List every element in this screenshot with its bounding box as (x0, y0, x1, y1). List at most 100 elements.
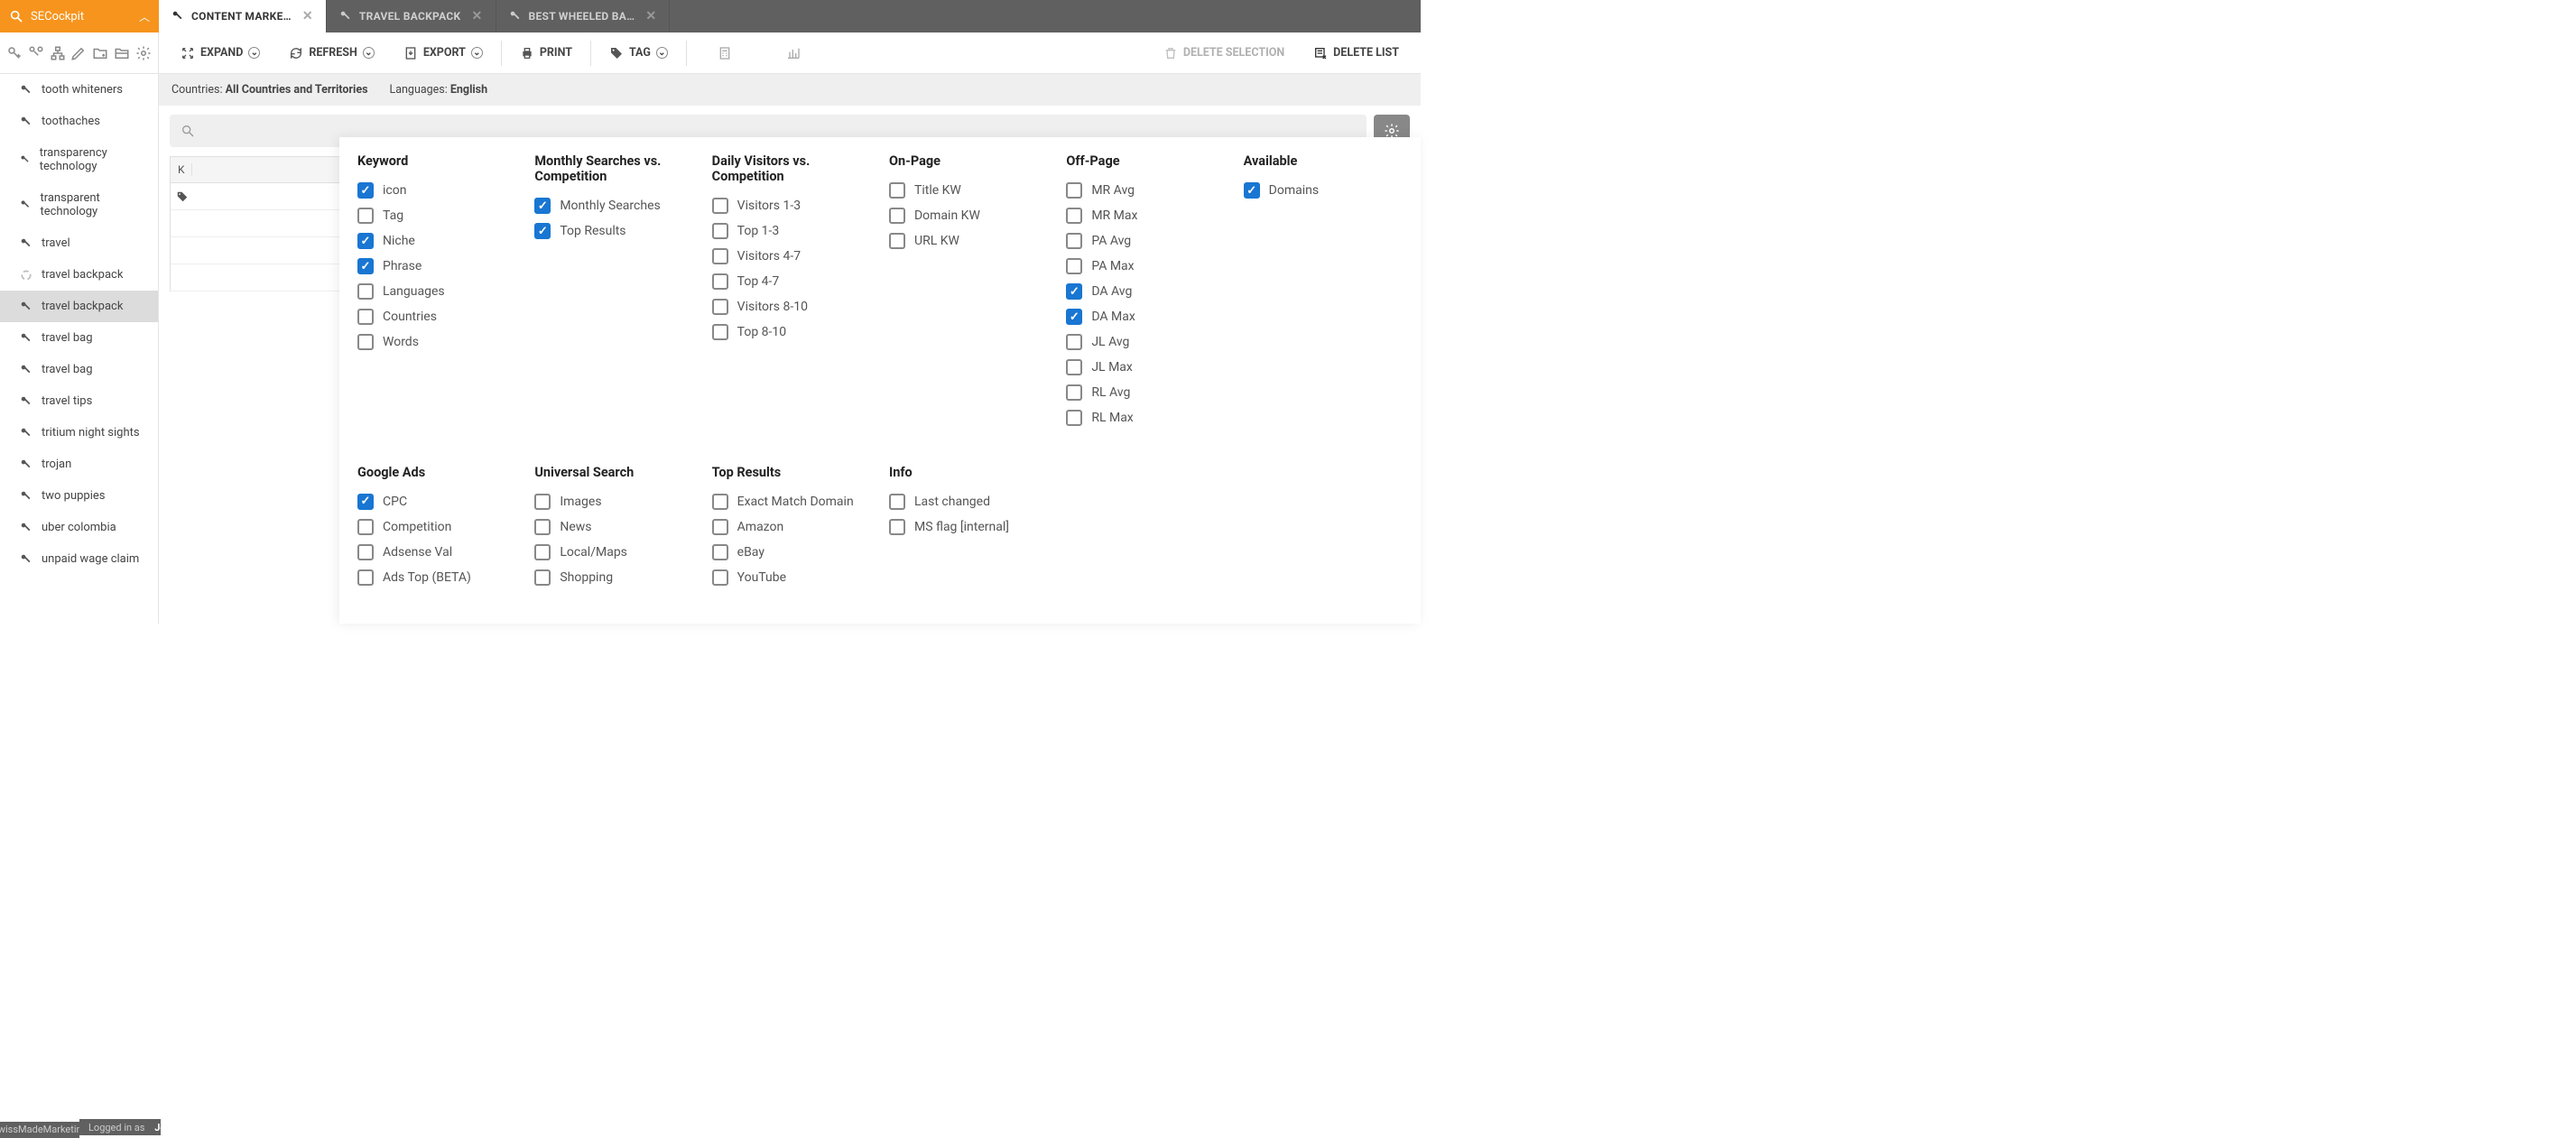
checkbox[interactable] (712, 519, 728, 535)
checkbox[interactable] (712, 544, 728, 560)
checkbox[interactable] (1066, 283, 1082, 300)
checkbox[interactable] (534, 544, 551, 560)
refresh-button[interactable]: REFRESH ⌄ (274, 32, 388, 74)
checkbox[interactable] (534, 494, 551, 510)
checkbox-row[interactable]: Shopping (534, 565, 693, 590)
checkbox[interactable] (357, 182, 374, 199)
folder-open-icon[interactable] (114, 45, 130, 61)
checkbox[interactable] (357, 519, 374, 535)
checkbox[interactable] (1066, 182, 1082, 199)
checkbox-row[interactable]: Countries (357, 304, 516, 329)
checkbox-row[interactable]: URL KW (889, 228, 1048, 254)
checkbox-row[interactable]: Competition (357, 514, 516, 540)
checkbox[interactable] (1066, 233, 1082, 249)
sidebar-item[interactable]: transparency technology (0, 137, 158, 182)
checkbox-row[interactable]: Amazon (712, 514, 871, 540)
checkbox-row[interactable]: MR Avg (1066, 178, 1225, 203)
brand-header[interactable]: SECockpit ︿ (0, 0, 159, 32)
checkbox-row[interactable]: Ads Top (BETA) (357, 565, 516, 590)
checkbox-row[interactable]: JL Avg (1066, 329, 1225, 355)
checkbox[interactable] (1066, 359, 1082, 375)
checkbox[interactable] (357, 283, 374, 300)
sidebar-item[interactable]: tritium night sights (0, 417, 158, 449)
checkbox[interactable] (357, 334, 374, 350)
sidebar-item[interactable]: toothaches (0, 106, 158, 137)
checkbox[interactable] (357, 309, 374, 325)
checkbox[interactable] (1066, 208, 1082, 224)
checkbox-row[interactable]: CPC (357, 489, 516, 514)
checkbox-row[interactable]: News (534, 514, 693, 540)
checkbox[interactable] (357, 544, 374, 560)
close-icon[interactable]: ✕ (471, 9, 482, 23)
sidebar-item[interactable]: travel backpack (0, 291, 158, 322)
delete-selection-button[interactable]: DELETE SELECTION (1149, 32, 1299, 74)
checkbox-row[interactable]: Top 4-7 (712, 269, 871, 294)
tab[interactable]: CONTENT MARKE… ✕ (159, 0, 327, 32)
sidebar-item[interactable]: two puppies (0, 480, 158, 512)
export-button[interactable]: EXPORT ⌄ (389, 32, 497, 74)
checkbox[interactable] (712, 273, 728, 290)
checkbox-row[interactable]: Visitors 4-7 (712, 244, 871, 269)
checkbox-row[interactable]: RL Max (1066, 405, 1225, 430)
checkbox[interactable] (712, 494, 728, 510)
checkbox[interactable] (534, 519, 551, 535)
checkbox[interactable] (712, 569, 728, 586)
sitemap-icon[interactable] (50, 45, 66, 61)
sidebar-item[interactable]: travel (0, 227, 158, 259)
checkbox[interactable] (1244, 182, 1260, 199)
checkbox-row[interactable]: Last changed (889, 489, 1048, 514)
checkbox-row[interactable]: Top 8-10 (712, 319, 871, 345)
checkbox[interactable] (889, 208, 905, 224)
checkbox[interactable] (1066, 384, 1082, 401)
checkbox[interactable] (889, 519, 905, 535)
checkbox-row[interactable]: YouTube (712, 565, 871, 590)
checkbox[interactable] (1066, 258, 1082, 274)
checkbox[interactable] (534, 223, 551, 239)
checkbox-row[interactable]: Top Results (534, 218, 693, 244)
checkbox-row[interactable]: RL Avg (1066, 380, 1225, 405)
checkbox[interactable] (357, 258, 374, 274)
checkbox[interactable] (357, 494, 374, 510)
sidebar-item[interactable]: travel bag (0, 322, 158, 354)
checkbox-row[interactable]: DA Max (1066, 304, 1225, 329)
checkbox-row[interactable]: Monthly Searches (534, 193, 693, 218)
checkbox-row[interactable]: icon (357, 178, 516, 203)
gear-icon[interactable] (135, 45, 152, 61)
checkbox-row[interactable]: PA Avg (1066, 228, 1225, 254)
checkbox[interactable] (1066, 410, 1082, 426)
table-header-cell[interactable]: K (171, 163, 192, 176)
checkbox[interactable] (712, 198, 728, 214)
checkbox-row[interactable]: Visitors 1-3 (712, 193, 871, 218)
checkbox-row[interactable]: Domains (1244, 178, 1403, 203)
checkbox-row[interactable]: MR Max (1066, 203, 1225, 228)
checkbox-row[interactable]: Top 1-3 (712, 218, 871, 244)
checkbox-row[interactable]: Title KW (889, 178, 1048, 203)
delete-list-button[interactable]: DELETE LIST (1299, 32, 1413, 74)
checkbox-row[interactable]: PA Max (1066, 254, 1225, 279)
sidebar-item[interactable]: travel tips (0, 385, 158, 417)
tag-button[interactable]: TAG ⌄ (595, 32, 682, 74)
checkbox-row[interactable]: Local/Maps (534, 540, 693, 565)
calculator-button[interactable] (690, 32, 759, 74)
sidebar-item[interactable]: transparent technology (0, 182, 158, 227)
checkbox-row[interactable]: Tag (357, 203, 516, 228)
checkbox[interactable] (889, 233, 905, 249)
sidebar-item[interactable]: uber colombia (0, 512, 158, 543)
checkbox-row[interactable]: Niche (357, 228, 516, 254)
checkbox-row[interactable]: Exact Match Domain (712, 489, 871, 514)
chart-button[interactable] (759, 32, 828, 74)
tab[interactable]: BEST WHEELED BA… ✕ (496, 0, 671, 32)
checkbox[interactable] (712, 223, 728, 239)
checkbox-row[interactable]: Images (534, 489, 693, 514)
sidebar-item[interactable]: unpaid wage claim (0, 543, 158, 575)
add-keyword-icon[interactable] (6, 45, 23, 61)
checkbox[interactable] (1066, 334, 1082, 350)
sidebar-item[interactable]: travel bag (0, 354, 158, 385)
sidebar-item[interactable]: trojan (0, 449, 158, 480)
close-icon[interactable]: ✕ (645, 9, 656, 23)
checkbox-row[interactable]: DA Avg (1066, 279, 1225, 304)
checkbox-row[interactable]: Phrase (357, 254, 516, 279)
checkbox-row[interactable]: Domain KW (889, 203, 1048, 228)
sidebar-item[interactable]: tooth whiteners (0, 74, 158, 106)
import-keyword-icon[interactable] (28, 45, 44, 61)
